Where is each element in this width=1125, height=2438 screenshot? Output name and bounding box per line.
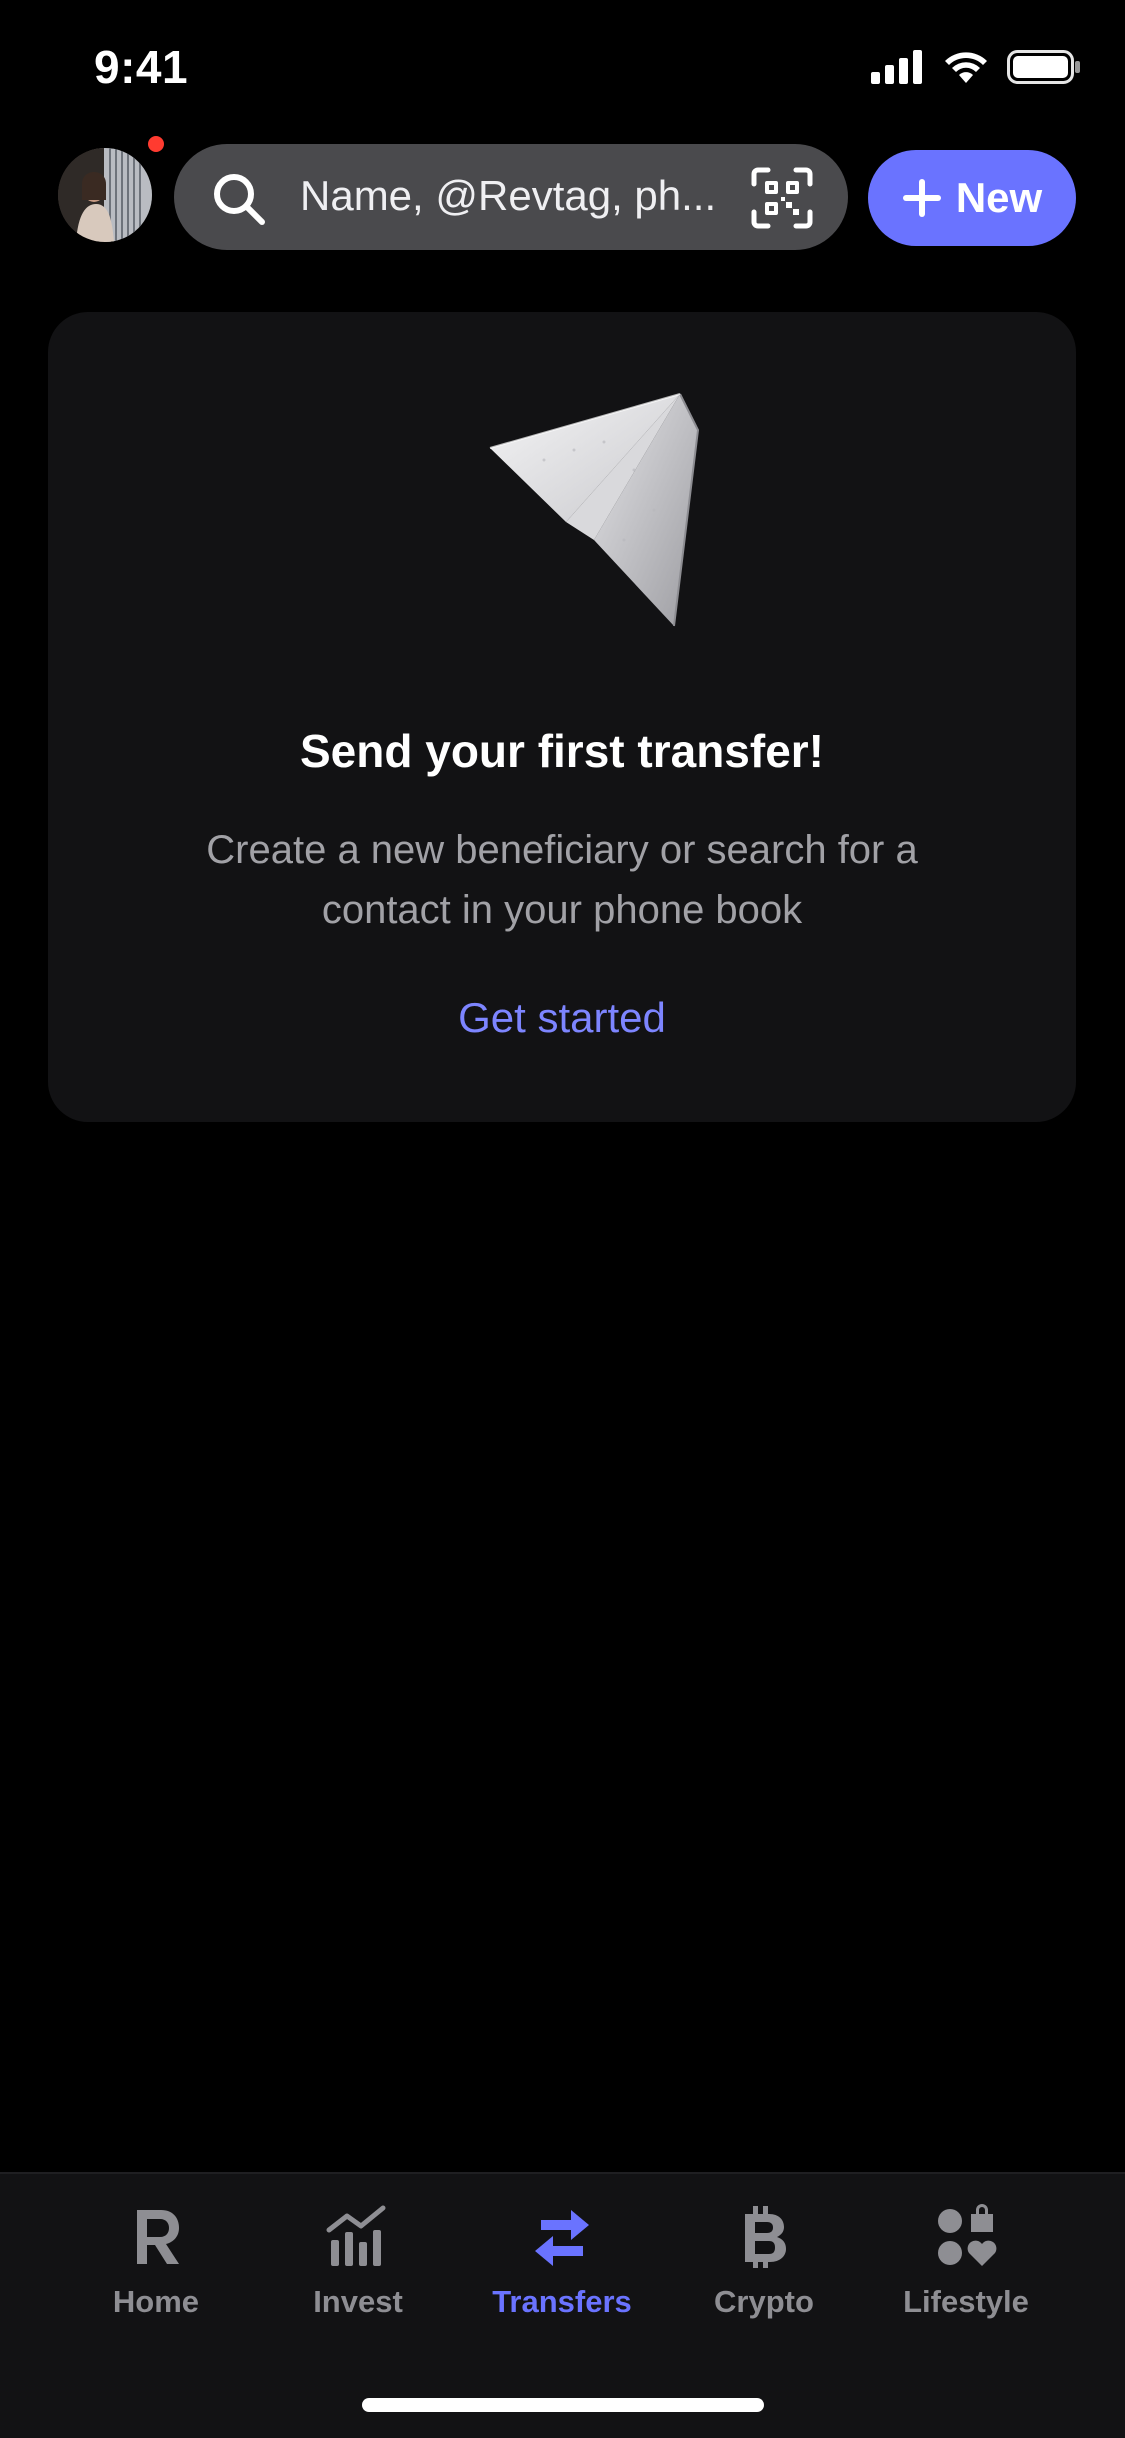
plus-icon [902,179,941,217]
battery-icon [1007,50,1080,84]
tab-home-label: Home [112,2284,200,2319]
new-button-label: New [955,174,1043,221]
notification-dot [148,136,164,152]
tab-home[interactable]: Home [66,2202,246,2320]
empty-state-card: Send your first transfer! Create a new b… [48,312,1076,1122]
tab-invest[interactable]: Invest [268,2202,448,2320]
revolut-r-icon [137,2210,179,2264]
search-bar[interactable]: Name, @Revtag, ph... [174,144,848,250]
status-bar: 9:41 [0,0,1125,135]
lifestyle-icon [938,2204,997,2266]
wifi-icon [945,52,987,83]
profile-photo [58,148,152,242]
transfer-arrows-icon [535,2210,589,2266]
card-description: Create a new beneficiary or search for a… [206,828,918,932]
tab-invest-label: Invest [313,2284,403,2319]
avatar[interactable] [58,148,152,242]
cellular-signal-icon [871,50,922,84]
card-title: Send your first transfer! [300,725,824,777]
tab-transfers-label: Transfers [492,2284,632,2319]
tab-lifestyle-label: Lifestyle [903,2284,1029,2319]
new-button[interactable]: New [868,150,1076,246]
tab-lifestyle[interactable]: Lifestyle [876,2202,1056,2320]
tab-crypto[interactable]: Crypto [674,2202,854,2320]
status-icons [871,50,1081,84]
qr-code-icon[interactable] [750,166,814,230]
paper-plane-icon [489,393,700,627]
status-time: 9:41 [94,41,189,93]
search-icon [214,174,265,225]
tab-crypto-label: Crypto [714,2284,814,2319]
search-input[interactable]: Name, @Revtag, ph... [300,172,716,220]
home-indicator[interactable] [362,2398,764,2412]
chart-icon [326,2205,386,2266]
get-started-link[interactable]: Get started [48,994,1076,1042]
bitcoin-icon [745,2206,786,2268]
tab-transfers[interactable]: Transfers [472,2202,652,2320]
